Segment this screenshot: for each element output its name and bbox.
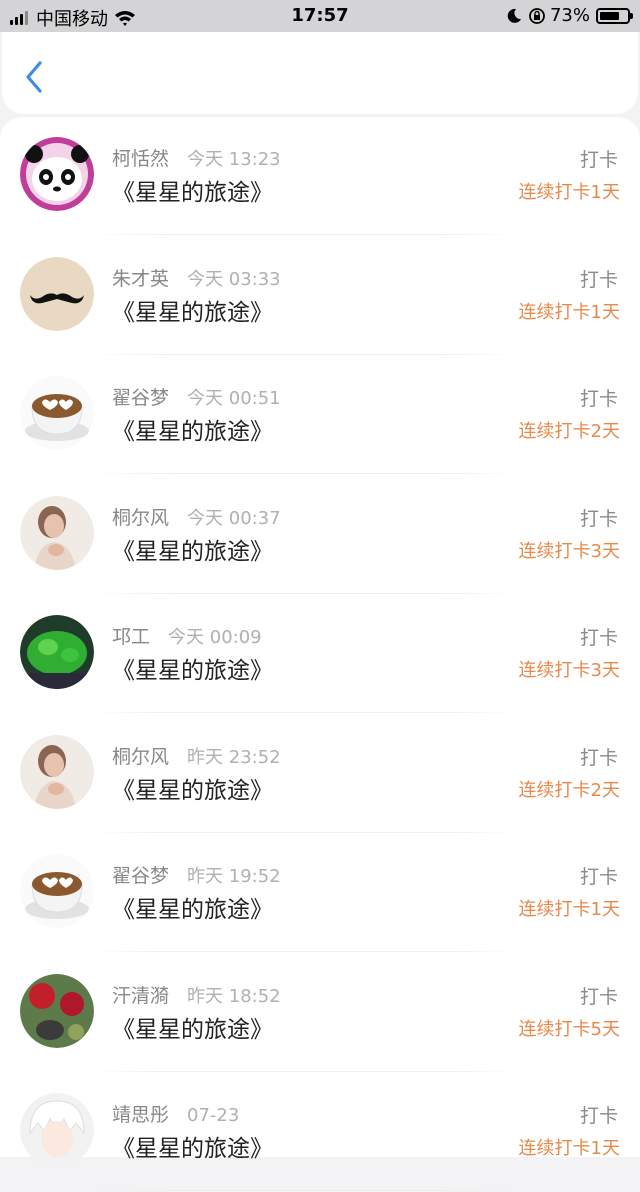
checkin-time: 今天 00:51: [187, 388, 281, 409]
name-line: 靖思彤 07-23: [112, 1100, 239, 1127]
orientation-lock-icon: [529, 7, 545, 24]
name-line: 翟谷梦 今天 00:51: [112, 383, 281, 410]
name-line: 桐尔风 昨天 23:52: [112, 742, 281, 769]
coffee-avatar[interactable]: [20, 854, 94, 928]
woman-avatar[interactable]: [20, 495, 94, 570]
name-line: 邛工 今天 00:09: [112, 622, 262, 649]
divider: [90, 831, 520, 833]
divider: [90, 473, 520, 474]
checkin-action-label: 打卡: [579, 746, 618, 769]
streak-label: 连续打卡5天: [518, 1018, 620, 1040]
name-line: 柯恬然 今天 13:23: [112, 144, 281, 171]
list-item[interactable]: 汗清漪 昨天 18:52 《星星的旅途》 打卡 连续打卡5天: [0, 954, 640, 1073]
checkin-list: 柯恬然 今天 13:23 《星星的旅途》 打卡 连续打卡1天 朱才英 今天 03:3…: [0, 117, 640, 1191]
list-item[interactable]: 翟谷梦 今天 00:51 《星星的旅途》 打卡 连续打卡2天: [0, 356, 640, 475]
mustache-avatar[interactable]: [20, 256, 94, 331]
book-title: 《星星的旅途》: [112, 897, 273, 923]
streak-label: 连续打卡2天: [518, 421, 620, 442]
list-item[interactable]: 靖思彤 07-23 《星星的旅途》 打卡 连续打卡1天: [0, 1073, 640, 1192]
checkin-action-label: 打卡: [579, 627, 618, 649]
streak-label: 连续打卡3天: [518, 660, 620, 681]
book-title: 《星星的旅途》: [112, 777, 273, 804]
woman-avatar[interactable]: [20, 734, 94, 809]
streak-label: 连续打卡1天: [518, 899, 620, 920]
divider: [90, 951, 520, 952]
divider: [90, 1190, 520, 1191]
checkin-time: 昨天 19:52: [187, 866, 281, 887]
battery-icon: [596, 7, 633, 24]
name-line: 桐尔风 今天 00:37: [112, 503, 281, 530]
streak-label: 连续打卡1天: [518, 301, 620, 323]
user-name[interactable]: 柯恬然: [112, 148, 169, 170]
jelly-avatar[interactable]: [20, 615, 94, 689]
checkin-time: 昨天 18:52: [187, 985, 281, 1007]
book-title: 《星星的旅途》: [112, 1016, 273, 1043]
user-name[interactable]: 邛工: [112, 626, 150, 648]
name-line: 朱才英 今天 03:33: [112, 264, 281, 291]
name-line: 翟谷梦 昨天 19:52: [112, 861, 281, 888]
nav-bar: [2, 32, 638, 114]
streak-label: 连续打卡1天: [518, 182, 620, 203]
user-name[interactable]: 桐尔风: [112, 507, 169, 529]
checkin-action-label: 打卡: [579, 388, 618, 410]
list-item[interactable]: 桐尔风 今天 00:37 《星星的旅途》 打卡 连续打卡3天: [0, 476, 640, 595]
list-item[interactable]: 翟谷梦 昨天 19:52 《星星的旅途》 打卡 连续打卡1天: [0, 834, 640, 953]
user-name[interactable]: 汗清漪: [112, 985, 169, 1007]
flower-avatar[interactable]: [20, 973, 94, 1048]
list-item[interactable]: 桐尔风 昨天 23:52 《星星的旅途》 打卡 连续打卡2天: [0, 715, 640, 834]
user-name[interactable]: 翟谷梦: [112, 387, 169, 409]
checkin-action-label: 打卡: [579, 268, 618, 291]
user-name[interactable]: 靖思彤: [112, 1104, 169, 1126]
status-bar: 中国移动 17:57 73%: [0, 0, 640, 32]
coffee-avatar[interactable]: [20, 376, 94, 450]
checkin-time: 昨天 23:52: [187, 746, 281, 768]
anime-avatar[interactable]: [20, 1093, 94, 1167]
chevron-left-icon[interactable]: [22, 60, 48, 94]
checkin-time: 今天 13:23: [187, 149, 281, 170]
streak-label: 连续打卡2天: [518, 779, 620, 801]
divider: [90, 1070, 520, 1072]
book-title: 《星星的旅途》: [112, 658, 273, 684]
book-title: 《星星的旅途》: [112, 419, 273, 445]
divider: [90, 592, 520, 594]
checkin-time: 今天 03:33: [187, 268, 281, 290]
divider: [90, 712, 520, 713]
list-item[interactable]: 柯恬然 今天 13:23 《星星的旅途》 打卡 连续打卡1天: [0, 117, 640, 236]
list-item[interactable]: 朱才英 今天 03:33 《星星的旅途》 打卡 连续打卡1天: [0, 237, 640, 356]
user-name[interactable]: 翟谷梦: [112, 865, 169, 887]
panda-avatar[interactable]: [20, 137, 94, 211]
checkin-action-label: 打卡: [579, 1105, 618, 1127]
checkin-time: 今天 00:09: [168, 627, 262, 648]
battery-level: [600, 11, 619, 20]
moon-icon: [507, 8, 521, 23]
checkin-action-label: 打卡: [579, 985, 618, 1008]
list-item[interactable]: 邛工 今天 00:09 《星星的旅途》 打卡 连续打卡3天: [0, 595, 640, 714]
book-title: 《星星的旅途》: [112, 180, 273, 206]
book-title: 《星星的旅途》: [112, 1136, 273, 1162]
divider: [90, 353, 520, 355]
name-line: 汗清漪 昨天 18:52: [112, 981, 281, 1008]
streak-label: 连续打卡1天: [518, 1138, 620, 1159]
checkin-time: 07-23: [187, 1105, 240, 1126]
battery-percent: 73%: [549, 5, 590, 26]
book-title: 《星星的旅途》: [112, 299, 273, 326]
checkin-action-label: 打卡: [579, 149, 618, 171]
checkin-action-label: 打卡: [579, 866, 618, 888]
status-right: 73%: [506, 5, 633, 26]
user-name[interactable]: 桐尔风: [112, 746, 169, 768]
book-title: 《星星的旅途》: [112, 538, 273, 565]
user-name[interactable]: 朱才英: [112, 268, 169, 290]
checkin-action-label: 打卡: [579, 507, 618, 530]
checkin-time: 今天 00:37: [187, 507, 281, 529]
streak-label: 连续打卡3天: [518, 540, 620, 562]
divider: [90, 234, 520, 235]
